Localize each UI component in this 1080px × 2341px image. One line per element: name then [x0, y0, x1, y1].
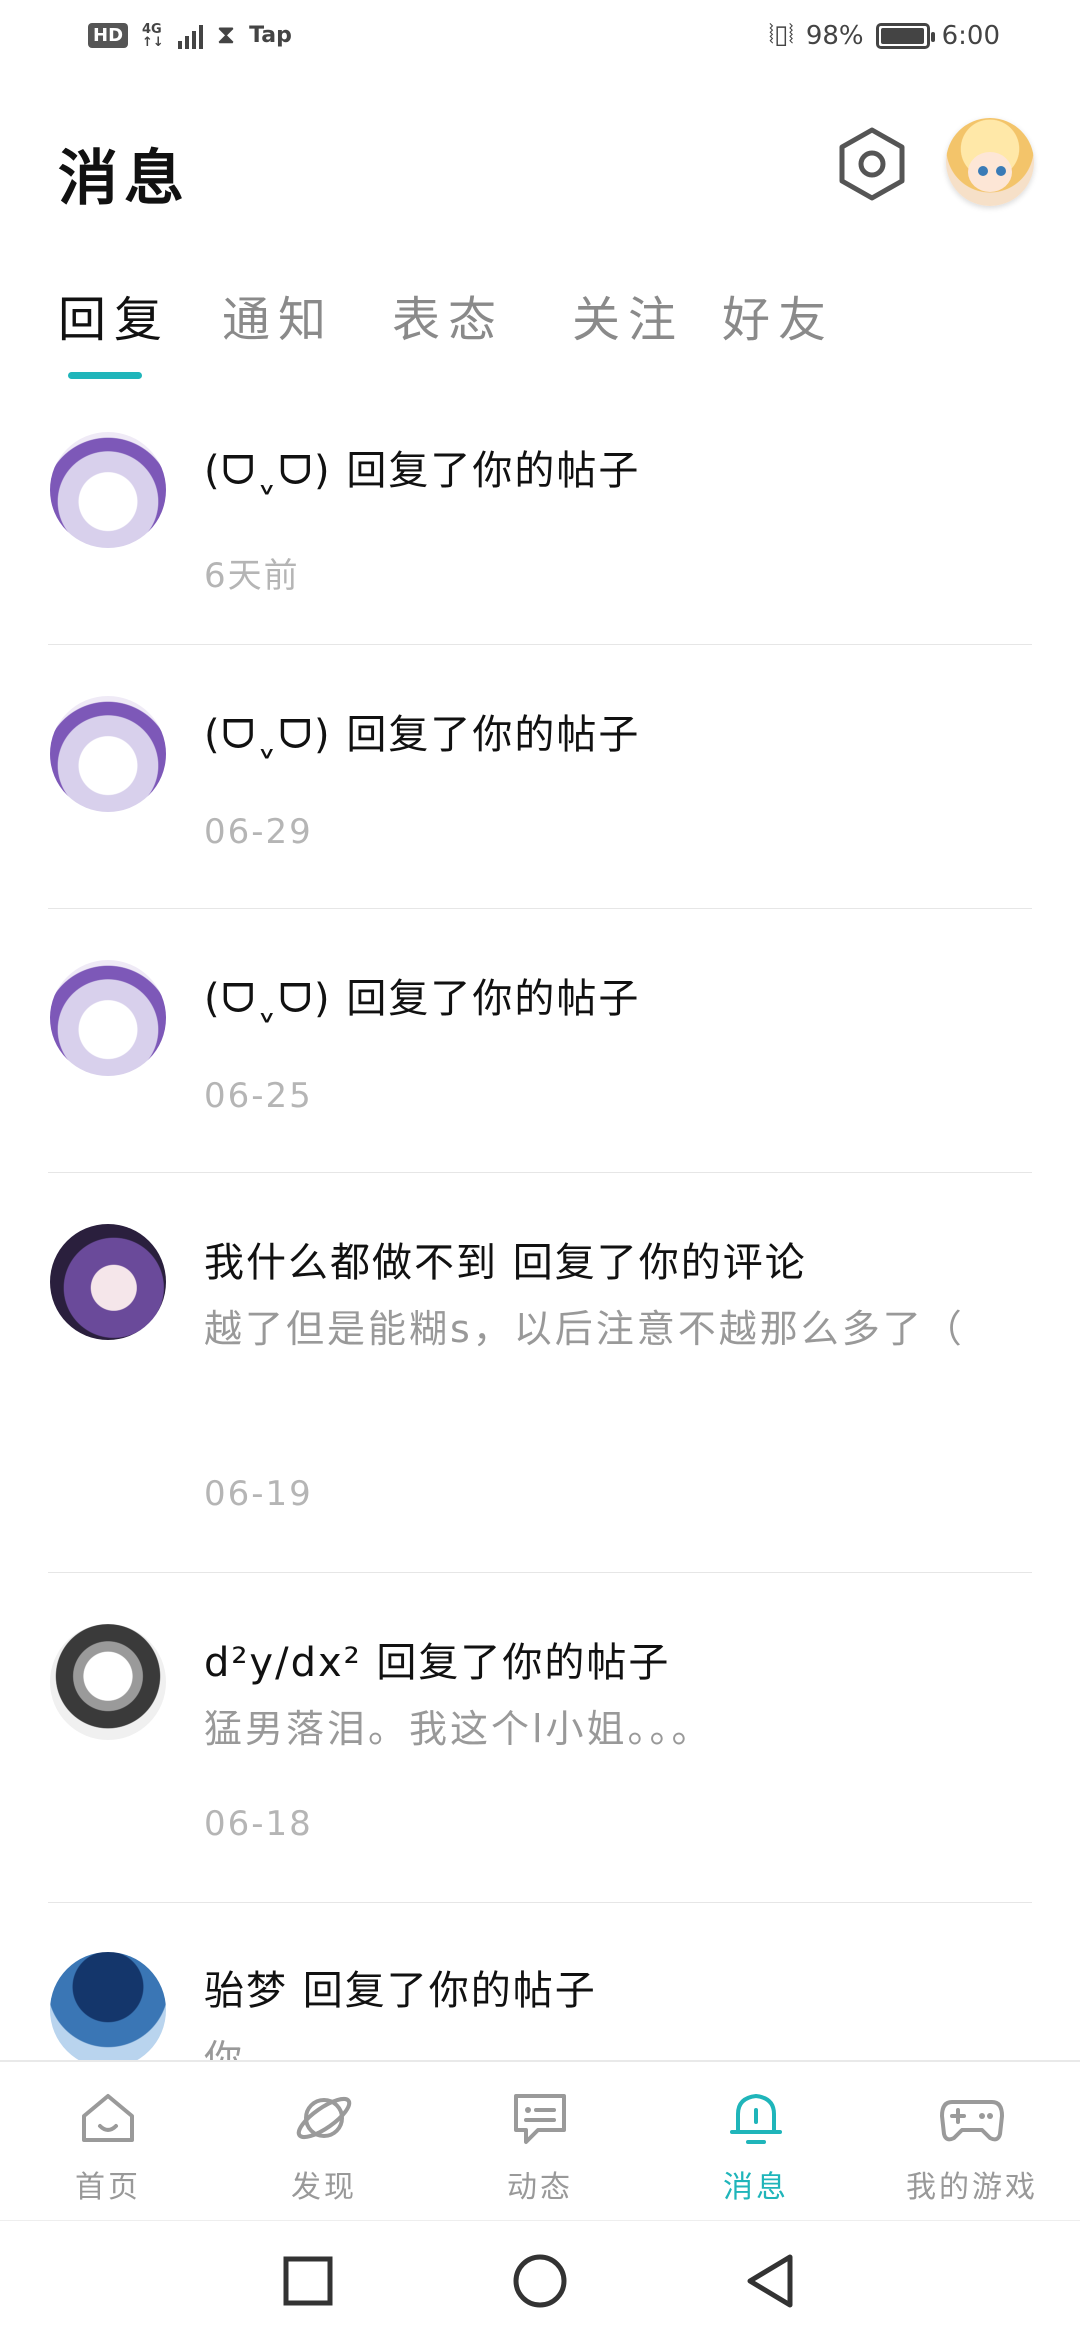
battery-percent: 98%: [805, 20, 864, 51]
network-type: 4G ↑↓: [142, 21, 164, 50]
nav-messages[interactable]: 消息: [656, 2086, 856, 2206]
clock: 6:00: [941, 20, 1000, 51]
system-nav-bar: [0, 2220, 1080, 2341]
nav-label: 发现: [291, 2170, 357, 2205]
message-time: 06-25: [204, 1076, 313, 1116]
tab-friends[interactable]: 好友: [722, 280, 834, 350]
message-title: 我什么都做不到 回复了你的评论: [204, 1240, 807, 1286]
list-item[interactable]: (ᗜˬᗜ) 回复了你的帖子 6天前: [48, 420, 1032, 645]
tap-notification: Tap: [249, 23, 292, 48]
message-snippet: 越了但是能糊s，以后注意不越那么多了（: [204, 1307, 965, 1351]
list-item[interactable]: 我什么都做不到 回复了你的评论 越了但是能糊s，以后注意不越那么多了（ 06-1…: [48, 1172, 1032, 1573]
home-icon: [82, 2094, 134, 2142]
avatar[interactable]: [50, 432, 166, 548]
planet-icon: [296, 2096, 352, 2140]
avatar[interactable]: [50, 1624, 166, 1740]
bottom-nav: 首页 发现 动态 消息 我的游戏: [0, 2060, 1080, 2222]
message-snippet: 你: [204, 2037, 246, 2060]
bell-icon: [730, 2094, 782, 2144]
nav-label: 首页: [75, 2170, 141, 2205]
avatar[interactable]: [50, 696, 166, 812]
header: 消息: [0, 110, 1080, 220]
nav-feed[interactable]: 动态: [440, 2086, 640, 2206]
tab-follow[interactable]: 关注: [572, 280, 684, 350]
nav-my-games[interactable]: 我的游戏: [872, 2086, 1072, 2206]
avatar[interactable]: [50, 1952, 166, 2060]
chat-icon: [514, 2094, 566, 2144]
signal-icon: [177, 23, 203, 49]
message-snippet: 猛男落泪。我这个l小姐。。。: [204, 1707, 713, 1751]
tab-notification[interactable]: 通知: [222, 280, 334, 350]
user-avatar[interactable]: [946, 118, 1034, 206]
tab-reaction[interactable]: 表态: [392, 280, 504, 350]
hd-badge: HD: [88, 23, 129, 48]
message-title: (ᗜˬᗜ) 回复了你的帖子: [204, 448, 641, 494]
list-item[interactable]: (ᗜˬᗜ) 回复了你的帖子 06-25: [48, 908, 1032, 1173]
message-title: (ᗜˬᗜ) 回复了你的帖子: [204, 976, 641, 1022]
list-item[interactable]: d²y/dx² 回复了你的帖子 猛男落泪。我这个l小姐。。。 06-18: [48, 1572, 1032, 1903]
message-list[interactable]: (ᗜˬᗜ) 回复了你的帖子 6天前 (ᗜˬᗜ) 回复了你的帖子 06-29 (ᗜ…: [0, 420, 1080, 2060]
gamepad-icon: [940, 2100, 1004, 2142]
square-icon[interactable]: [278, 2251, 338, 2311]
list-item[interactable]: 骀梦 回复了你的帖子 你: [48, 1902, 1032, 2060]
triangle-back-icon[interactable]: [742, 2251, 802, 2311]
page-title: 消息: [58, 144, 190, 214]
circle-icon[interactable]: [510, 2251, 570, 2311]
message-time: 6天前: [204, 556, 300, 596]
message-time: 06-19: [204, 1474, 313, 1514]
message-time: 06-18: [204, 1804, 313, 1844]
message-time: 06-29: [204, 812, 313, 852]
message-title: d²y/dx² 回复了你的帖子: [204, 1640, 671, 1686]
list-item[interactable]: (ᗜˬᗜ) 回复了你的帖子 06-29: [48, 644, 1032, 909]
nav-label: 消息: [723, 2170, 789, 2205]
nav-discover[interactable]: 发现: [224, 2086, 424, 2206]
hourglass-icon: ⧗: [216, 20, 236, 50]
status-bar: HD 4G ↑↓ ⧗ Tap ⦚▯⦚ 98% 6:00: [0, 0, 1080, 80]
message-title: (ᗜˬᗜ) 回复了你的帖子: [204, 712, 641, 758]
nav-home[interactable]: 首页: [8, 2086, 208, 2206]
nav-label: 动态: [507, 2170, 573, 2205]
nav-label: 我的游戏: [906, 2170, 1038, 2205]
tab-reply[interactable]: 回复: [58, 280, 170, 350]
hexagon-settings-icon[interactable]: [832, 124, 912, 204]
vibrate-icon: ⦚▯⦚: [768, 20, 794, 50]
avatar[interactable]: [50, 960, 166, 1076]
avatar[interactable]: [50, 1224, 166, 1340]
active-tab-indicator: [68, 372, 142, 379]
message-tabs: 回复 通知 表态 关注 好友: [0, 280, 1080, 380]
battery-icon: [875, 22, 935, 49]
message-title: 骀梦 回复了你的帖子: [204, 1968, 597, 2014]
